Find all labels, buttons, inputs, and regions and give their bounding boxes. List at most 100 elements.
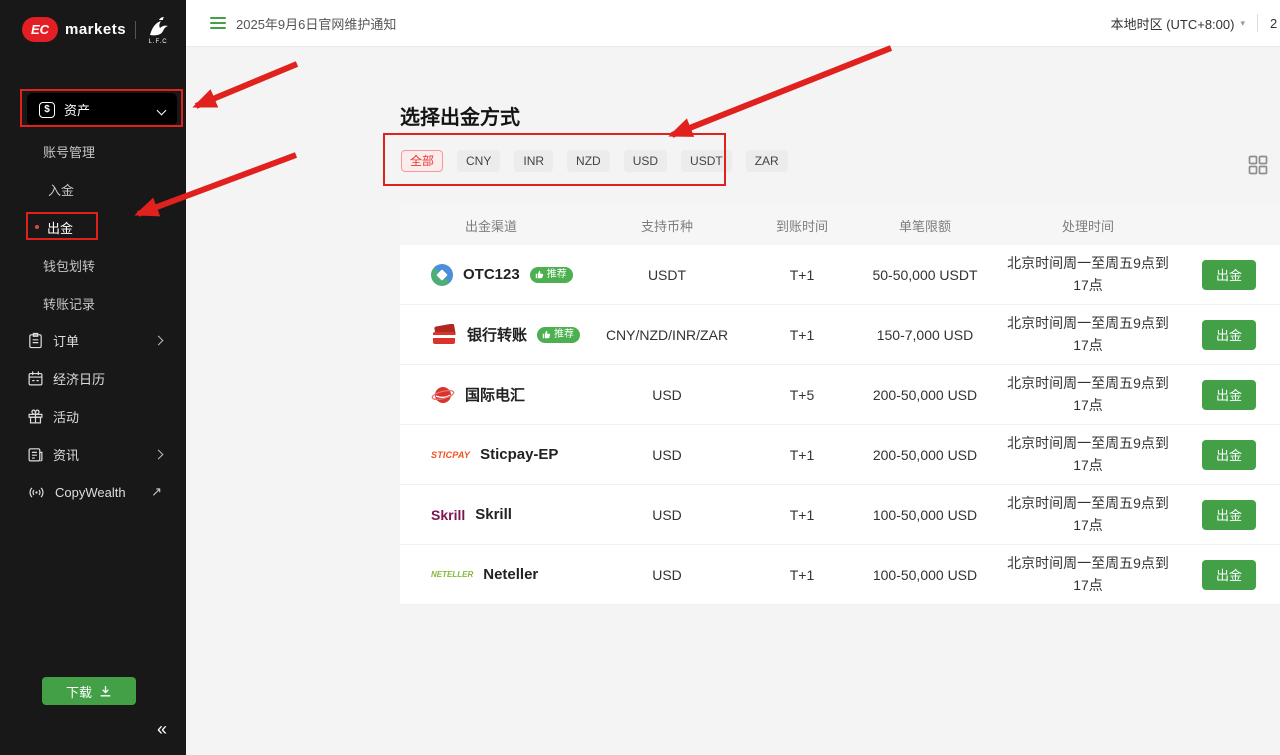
channel-name: 银行转账 [467, 324, 527, 345]
withdraw-button[interactable]: 出金 [1202, 440, 1256, 470]
header-currency: 支持币种 [582, 216, 752, 235]
sidebar-item-transfer-records[interactable]: 转账记录 [0, 284, 186, 322]
sidebar-collapse-button[interactable]: « [157, 719, 167, 740]
external-link-icon: ↗ [151, 484, 162, 500]
header-channel: 出金渠道 [400, 216, 582, 235]
wire-transfer-icon [431, 384, 455, 406]
download-label: 下载 [66, 682, 92, 701]
limit: 50-50,000 USDT [852, 267, 998, 283]
chevron-right-icon [154, 449, 164, 459]
sidebar-main-nav: 订单 经济日历 活动 资讯 CopyWea [0, 321, 186, 511]
logo-markets-text: markets [65, 21, 126, 38]
arrival-time: T+5 [752, 387, 852, 403]
currency-filter-tabs: 全部 CNY INR NZD USD USDT ZAR [401, 150, 788, 172]
channel-name: OTC123 [463, 266, 520, 283]
filter-chip-usdt[interactable]: USDT [681, 150, 732, 172]
limit: 100-50,000 USD [852, 567, 998, 583]
sidebar-item-label: 经济日历 [53, 369, 105, 388]
assets-dollar-icon: $ [39, 102, 55, 118]
supported-currency: USD [582, 387, 752, 403]
sidebar-item-news[interactable]: 资讯 [0, 435, 186, 473]
arrival-time: T+1 [752, 447, 852, 463]
assets-subnav: 账号管理 入金 出金 钱包划转 转账记录 [0, 132, 186, 322]
table-row: 银行转账 推荐 CNY/NZD/INR/ZAR T+1 150-7,000 US… [400, 305, 1280, 365]
filter-chip-cny[interactable]: CNY [457, 150, 500, 172]
topbar-divider [1257, 14, 1258, 32]
sidebar-item-copywealth[interactable]: CopyWealth ↗ [0, 473, 186, 511]
sidebar-item-account-management[interactable]: 账号管理 [0, 132, 186, 170]
recommended-badge: 推荐 [537, 327, 580, 343]
filter-chip-nzd[interactable]: NZD [567, 150, 610, 172]
skrill-logo: Skrill [431, 507, 465, 523]
header-limit: 单笔限额 [852, 216, 998, 235]
timezone-label: 本地时区 (UTC+8:00) [1111, 14, 1235, 33]
processing-time: 北京时间周一至周五9点到17点 [998, 553, 1178, 596]
sidebar: EC markets L.F.C $ 资产 账号管理 入金 出金 钱包划转 [0, 0, 186, 755]
thumbs-up-icon [542, 330, 551, 339]
sidebar-item-activities[interactable]: 活动 [0, 397, 186, 435]
timezone-selector[interactable]: 本地时区 (UTC+8:00) ▾ 2 [1111, 14, 1280, 33]
withdraw-button[interactable]: 出金 [1202, 320, 1256, 350]
table-header-row: 出金渠道 支持币种 到账时间 单笔限额 处理时间 [400, 205, 1280, 245]
clipboard-icon [27, 332, 44, 349]
channel-name: 国际电汇 [465, 384, 525, 405]
bank-transfer-icon [431, 324, 457, 346]
filter-chip-inr[interactable]: INR [514, 150, 553, 172]
download-button[interactable]: 下载 [42, 677, 136, 705]
lfc-logo: L.F.C [145, 14, 171, 45]
sidebar-item-label: 钱包划转 [43, 256, 95, 275]
withdraw-button[interactable]: 出金 [1202, 500, 1256, 530]
arrival-time: T+1 [752, 267, 852, 283]
sidebar-item-label: 活动 [53, 407, 79, 426]
sidebar-item-wallet-transfer[interactable]: 钱包划转 [0, 246, 186, 284]
clock-text: 2 [1270, 16, 1280, 31]
neteller-logo: NETELLER [431, 570, 473, 579]
sidebar-item-orders[interactable]: 订单 [0, 321, 186, 359]
gift-icon [27, 408, 44, 425]
header-processing: 处理时间 [998, 216, 1178, 235]
withdraw-button[interactable]: 出金 [1202, 560, 1256, 590]
badge-label: 推荐 [547, 270, 567, 280]
sticpay-logo: STICPAY [431, 450, 470, 460]
badge-label: 推荐 [554, 330, 574, 340]
table-row: OTC123 推荐 USDT T+1 50-50,000 USDT 北京时间周一… [400, 245, 1280, 305]
header-arrival: 到账时间 [752, 216, 852, 235]
supported-currency: CNY/NZD/INR/ZAR [582, 327, 752, 343]
sidebar-item-deposit[interactable]: 入金 [0, 170, 186, 208]
withdraw-methods-table: 出金渠道 支持币种 到账时间 单笔限额 处理时间 OTC123 推荐 USDT … [400, 205, 1280, 605]
channel-name: Neteller [483, 566, 538, 583]
supported-currency: USD [582, 507, 752, 523]
filter-chip-zar[interactable]: ZAR [746, 150, 788, 172]
sidebar-item-withdraw[interactable]: 出金 [0, 208, 186, 246]
withdraw-button[interactable]: 出金 [1202, 260, 1256, 290]
filter-chip-all[interactable]: 全部 [401, 150, 443, 172]
sidebar-item-economic-calendar[interactable]: 经济日历 [0, 359, 186, 397]
supported-currency: USD [582, 447, 752, 463]
supported-currency: USDT [582, 267, 752, 283]
maintenance-notice[interactable]: 2025年9月6日官网维护通知 [236, 14, 396, 33]
sidebar-item-assets[interactable]: $ 资产 [27, 93, 177, 126]
page-title: 选择出金方式 [400, 101, 520, 130]
sidebar-item-label: 账号管理 [43, 142, 95, 161]
withdraw-button[interactable]: 出金 [1202, 380, 1256, 410]
news-icon [27, 446, 44, 463]
arrival-time: T+1 [752, 327, 852, 343]
grid-view-toggle[interactable] [1248, 155, 1268, 180]
supported-currency: USD [582, 567, 752, 583]
filter-chip-usd[interactable]: USD [624, 150, 667, 172]
table-row: NETELLER Neteller USD T+1 100-50,000 USD… [400, 545, 1280, 605]
limit: 200-50,000 USD [852, 447, 998, 463]
limit: 200-50,000 USD [852, 387, 998, 403]
sidebar-item-label: CopyWealth [55, 485, 126, 500]
sidebar-item-label: 订单 [53, 331, 79, 350]
brand-logo: EC markets L.F.C [22, 14, 171, 45]
grid-icon [1248, 155, 1268, 175]
sidebar-item-label: 出金 [47, 218, 73, 237]
recommended-badge: 推荐 [530, 267, 573, 283]
lfc-label: L.F.C [149, 39, 168, 45]
annotation-arrow-filters [672, 48, 891, 135]
limit: 100-50,000 USD [852, 507, 998, 523]
processing-time: 北京时间周一至周五9点到17点 [998, 493, 1178, 536]
liverbird-icon [145, 14, 171, 38]
download-icon [99, 685, 112, 698]
